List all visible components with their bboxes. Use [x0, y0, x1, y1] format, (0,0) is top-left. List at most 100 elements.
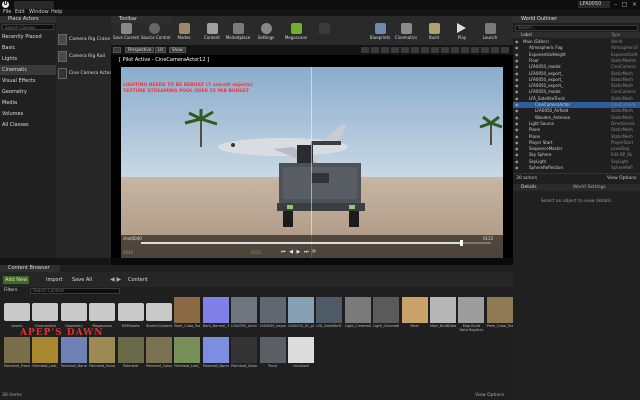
category-cinematic[interactable]: Cinematic: [0, 65, 56, 75]
visibility-eye-icon[interactable]: ◉: [515, 152, 519, 158]
asset-item[interactable]: Main_BuiltData: [430, 297, 456, 341]
menu-help[interactable]: Help: [51, 9, 62, 16]
asset-item[interactable]: Palm_Cabo_Tex: [486, 297, 513, 341]
launch-button[interactable]: Launch: [477, 23, 503, 45]
visibility-eye-icon[interactable]: ◉: [515, 45, 519, 51]
outliner-row[interactable]: ◉ CineCameraActor CineCamera: [513, 102, 640, 108]
modes-button[interactable]: Modes: [171, 23, 197, 45]
outliner-row[interactable]: ◉ Main (Editor) World: [513, 39, 640, 45]
outliner-row[interactable]: ◉ Wooden_Antenna StaticMesh: [513, 115, 640, 121]
category-visual-effects[interactable]: Visual Effects: [0, 76, 56, 86]
asset-item[interactable]: Map Build Data Registry: [458, 297, 485, 341]
level-viewport[interactable]: Perspective Lit Show [ Pilot Active - Ci…: [111, 45, 513, 265]
lit-button[interactable]: Lit: [155, 47, 166, 53]
timeline-playhead[interactable]: [460, 240, 463, 246]
visibility-eye-icon[interactable]: ◉: [515, 77, 519, 83]
visibility-eye-icon[interactable]: ◉: [515, 159, 519, 165]
outliner-row[interactable]: ◉ LFA0050_model CineCamera: [513, 64, 640, 70]
outliner-row[interactable]: ◉ SkyLight SkyLight: [513, 159, 640, 165]
outliner-row[interactable]: ◉ Sky Sphere Edit BP_Sk: [513, 152, 640, 158]
folder-item[interactable]: StarterContent: [146, 297, 172, 341]
category-media[interactable]: Media: [0, 98, 56, 108]
category-recently-placed[interactable]: Recently Placed: [0, 32, 56, 42]
visibility-eye-icon[interactable]: ◉: [515, 96, 519, 102]
list-item[interactable]: Cine Camera Actor: [57, 66, 111, 82]
asset-item[interactable]: LFA0050_export_01: [259, 297, 286, 341]
viewport-menu-icon[interactable]: [113, 47, 121, 53]
outliner-row[interactable]: ◉ LFA0050_export_ StaticMesh: [513, 83, 640, 89]
menu-edit[interactable]: Edit: [15, 9, 25, 16]
play-button[interactable]: Play: [449, 23, 475, 45]
asset-item[interactable]: truckbail: [288, 337, 314, 381]
outliner-row[interactable]: ◉ LFA_SatelliteTruck StaticMesh: [513, 96, 640, 102]
asset-item[interactable]: Main: [401, 297, 428, 341]
category-lights[interactable]: Lights: [0, 54, 56, 64]
content-path[interactable]: Content: [128, 276, 148, 284]
outliner-row[interactable]: ◉ SphereReflection SphereRefl: [513, 165, 640, 171]
maximize-icon[interactable]: □: [621, 1, 628, 8]
perspective-button[interactable]: Perspective: [125, 47, 155, 53]
visibility-eye-icon[interactable]: ◉: [515, 64, 519, 70]
category-basic[interactable]: Basic: [0, 43, 56, 53]
outliner-row[interactable]: ◉ LFA0050_export_ StaticMesh: [513, 71, 640, 77]
viewport-snap-controls[interactable]: [361, 47, 509, 53]
category-geometry[interactable]: Geometry: [0, 87, 56, 97]
asset-item[interactable]: Light_Cinematic_Truck_slot: [373, 297, 400, 341]
asset-item[interactable]: LFA0050_01_plane: [288, 297, 314, 341]
outliner-row[interactable]: ◉ Plane StaticMesh: [513, 134, 640, 140]
folder-item[interactable]: Megascans: [89, 297, 116, 341]
visibility-eye-icon[interactable]: ◉: [515, 115, 519, 121]
content-browser-tab[interactable]: Content Browser: [0, 265, 60, 272]
place-actors-tab[interactable]: Place Actors: [0, 16, 56, 23]
visibility-eye-icon[interactable]: ◉: [515, 89, 519, 95]
list-item[interactable]: Camera Rig Rail: [57, 49, 111, 65]
outliner-row[interactable]: ◉ LFA0050_model CineCamera: [513, 89, 640, 95]
outliner-row[interactable]: ◉ Floor StaticMeshA: [513, 58, 640, 64]
visibility-eye-icon[interactable]: ◉: [515, 165, 519, 171]
visibility-eye-icon[interactable]: ◉: [515, 102, 519, 108]
tab-world-settings[interactable]: World Settings: [573, 185, 606, 190]
menu-window[interactable]: Window: [29, 9, 49, 16]
save-all-button[interactable]: Save All: [70, 276, 94, 284]
visibility-eye-icon[interactable]: ◉: [515, 140, 519, 146]
visibility-eye-icon[interactable]: ◉: [515, 52, 519, 58]
asset-item[interactable]: Bark_Normal_Tex: [202, 297, 229, 341]
outliner-row[interactable]: ◉ Player Start PlayerStart: [513, 140, 640, 146]
filters-button[interactable]: Filters: [4, 288, 18, 294]
asset-item[interactable]: Palmleaf_Leaf_Mat: [32, 337, 59, 381]
marketplace-button[interactable]: Marketplace: [225, 23, 251, 45]
asset-item[interactable]: Palmleaf_Leaf_Mat: [174, 337, 201, 381]
asset-item[interactable]: LFA_SatelliteTruckmesh_slot: [316, 297, 343, 341]
asset-item[interactable]: Palmleaf_Subsurface_Tex: [231, 337, 258, 381]
blueprints-button[interactable]: Blueprints: [367, 23, 393, 45]
cinematics-button[interactable]: Cinematics: [393, 23, 419, 45]
outliner-row[interactable]: ◉ LFA0050_export_ StaticMesh: [513, 77, 640, 83]
visibility-eye-icon[interactable]: ◉: [515, 146, 519, 152]
show-button[interactable]: Show: [169, 47, 186, 53]
asset-item[interactable]: Palmleaf_Normal_Tex: [60, 337, 87, 381]
playback-controls-icon[interactable]: ⏮ ◀ ▶ ⏭ ⟳: [281, 249, 317, 255]
folder-item[interactable]: Geometry: [60, 297, 87, 341]
asset-item[interactable]: Light_Cinematic_Truck_slot: [344, 297, 371, 341]
folder-item[interactable]: assets: [4, 297, 30, 341]
outliner-row[interactable]: ◉ Plane StaticMesh: [513, 127, 640, 133]
visibility-eye-icon[interactable]: ◉: [515, 71, 519, 77]
settings-button[interactable]: Settings: [253, 23, 279, 45]
outliner-search[interactable]: Search...: [515, 25, 638, 31]
asset-item[interactable]: Palmleaf_Cabo_Tex: [146, 337, 172, 381]
build-button[interactable]: Build: [421, 23, 447, 45]
asset-item[interactable]: Bark_Cabo_Tex: [174, 297, 201, 341]
toolbar-tab[interactable]: Toolbar: [111, 16, 171, 23]
outliner-row[interactable]: ◉ Light Source DirectionalL: [513, 121, 640, 127]
world-outliner-tab[interactable]: World Outliner: [513, 16, 640, 23]
asset-item[interactable]: Truck: [259, 337, 286, 381]
place-actors-search[interactable]: Search Classes: [2, 24, 54, 30]
menu-file[interactable]: File: [3, 9, 11, 16]
save-current-button[interactable]: Save Current: [113, 23, 139, 45]
asset-item[interactable]: Palmleaf: [117, 337, 144, 381]
nav-arrows-icon[interactable]: ◀ ▶: [110, 276, 121, 284]
content-button[interactable]: Content: [199, 23, 225, 45]
level-tab[interactable]: [14, 1, 54, 9]
visibility-eye-icon[interactable]: ◉: [515, 58, 519, 64]
visibility-eye-icon[interactable]: ◉: [515, 39, 519, 45]
